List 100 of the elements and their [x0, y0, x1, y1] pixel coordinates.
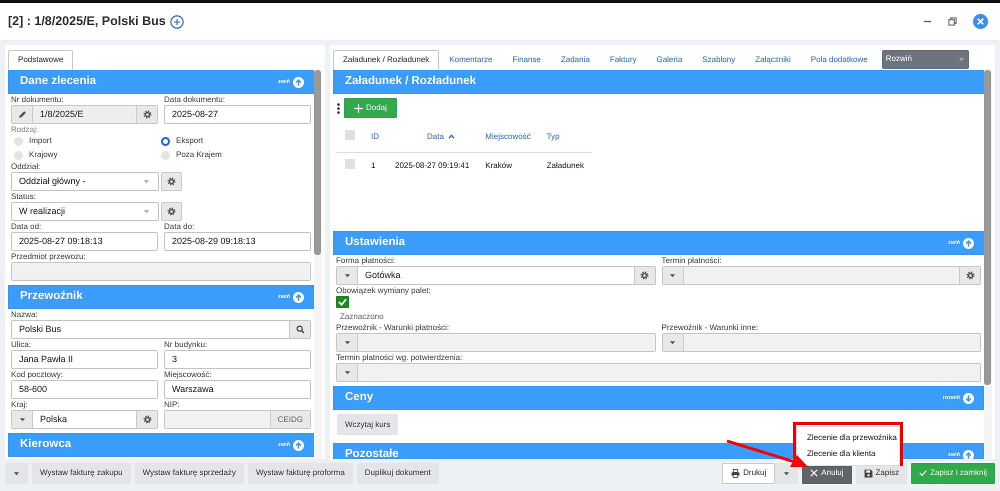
gear-icon: [640, 271, 649, 280]
input-field[interactable]: Oddział główny -: [12, 173, 143, 190]
action-button[interactable]: Wystaw fakturę zakupu: [32, 462, 131, 484]
column-header[interactable]: ID: [371, 130, 379, 143]
more-dropdown[interactable]: Rozwiń: [882, 50, 969, 68]
column-header[interactable]: Data: [427, 130, 455, 143]
tab[interactable]: Szablony: [692, 50, 746, 70]
checkbox-caption: Zaznaczono: [340, 312, 385, 322]
field-label: Miejscowość:: [164, 370, 213, 380]
input-field[interactable]: 58-600: [12, 381, 157, 398]
print-button[interactable]: Drukuj: [722, 462, 776, 484]
tab[interactable]: Komentarze: [439, 50, 502, 70]
search-icon: [296, 325, 304, 334]
edit-button[interactable]: [12, 106, 33, 123]
section-title: Pozostałe: [345, 447, 399, 459]
action-button[interactable]: Duplikuj dokument: [356, 462, 439, 484]
close-icon[interactable]: [973, 14, 988, 29]
radio-label: Poza Krajem: [176, 149, 222, 161]
tab[interactable]: Zadania: [550, 50, 600, 70]
input-group[interactable]: Gotówka: [336, 266, 656, 285]
column-header[interactable]: Typ: [546, 130, 560, 143]
input-field[interactable]: W realizacji: [12, 203, 143, 220]
radio-button[interactable]: [161, 136, 170, 146]
tab[interactable]: Finanse: [502, 50, 551, 70]
plus-icon: [354, 104, 363, 112]
dropdown-button[interactable]: [337, 364, 358, 381]
caret-icon: [18, 416, 26, 423]
tab[interactable]: Galeria: [646, 50, 692, 70]
settings-button[interactable]: [136, 106, 157, 123]
column-header[interactable]: Miejscowość: [485, 130, 531, 143]
scrollbar-thumb[interactable]: [984, 70, 991, 385]
input-group[interactable]: [662, 333, 981, 352]
settings-button[interactable]: [634, 267, 654, 284]
tab[interactable]: Załączniki: [745, 50, 801, 70]
input-field[interactable]: 2025-08-27 09:18:13: [12, 233, 157, 250]
field-label: Termin płatności:: [662, 256, 723, 266]
action-button[interactable]: Wystaw fakturę sprzedaży: [134, 462, 244, 484]
gear-icon: [167, 207, 176, 216]
dropdown-button[interactable]: [662, 334, 684, 351]
input-field[interactable]: Polska: [33, 411, 136, 428]
input-field[interactable]: 2025-08-29 09:18:13: [165, 233, 310, 250]
close-icon: [810, 469, 818, 477]
input-group[interactable]: [336, 333, 656, 352]
section-title: Załadunek / Rozładunek: [345, 74, 476, 90]
settings-button[interactable]: [161, 202, 182, 221]
input-group[interactable]: Polski Bus: [11, 320, 311, 339]
tab[interactable]: Pola dodatkowe: [800, 50, 878, 70]
pencil-icon: [18, 110, 26, 119]
table-cell: Załadunek: [546, 161, 584, 170]
menu-item[interactable]: Zlecenie dla przewoźnika: [797, 430, 899, 446]
tab[interactable]: Podstawowe: [8, 50, 74, 70]
input-group[interactable]: Oddział główny -: [11, 172, 159, 191]
radio-button[interactable]: [14, 150, 23, 160]
tab[interactable]: Faktury: [600, 50, 646, 70]
input-group[interactable]: Polska: [11, 410, 158, 429]
dropdown-button[interactable]: [337, 267, 358, 284]
dropdown-button[interactable]: [5, 462, 28, 484]
tab[interactable]: Załadunek / Rozładunek: [333, 50, 440, 70]
check-icon: [919, 469, 928, 477]
load-rate-button[interactable]: Wczytaj kurs: [337, 414, 398, 435]
input-field[interactable]: Gotówka: [358, 267, 634, 284]
input-field[interactable]: Polski Bus: [12, 321, 289, 338]
checkbox[interactable]: [336, 296, 349, 308]
radio-label: Import: [29, 135, 52, 147]
dropdown-button[interactable]: [337, 334, 358, 351]
dropdown-button[interactable]: [662, 267, 684, 284]
radio-button[interactable]: [161, 150, 170, 160]
dropdown-button[interactable]: [12, 411, 33, 428]
table-cell: Kraków: [485, 161, 512, 170]
section-title: Ustawienia: [345, 235, 406, 250]
arrow-up-icon: [963, 238, 974, 248]
scrollbar-thumb[interactable]: [314, 70, 321, 255]
sort-ascending-icon[interactable]: [448, 134, 455, 140]
search-button[interactable]: [289, 321, 310, 338]
settings-button[interactable]: [136, 411, 157, 428]
field-label: Obowiązek wymiany palet:: [336, 286, 432, 296]
section-title: Kierowca: [20, 437, 72, 452]
input-group[interactable]: W realizacji: [11, 202, 159, 221]
add-icon[interactable]: [170, 14, 184, 28]
settings-button[interactable]: [161, 172, 182, 191]
checkbox[interactable]: [345, 130, 355, 140]
arrow-up-icon: [293, 76, 304, 88]
action-button[interactable]: Wystaw fakturę proforma: [248, 462, 353, 484]
gear-icon: [167, 177, 176, 186]
input-field[interactable]: Warszawa: [165, 381, 310, 398]
input-field[interactable]: Jana Pawła II: [12, 351, 157, 368]
table-cell: 1: [371, 161, 376, 170]
checkbox[interactable]: [345, 159, 355, 170]
input-field[interactable]: 2025-08-27: [165, 106, 310, 123]
settings-button[interactable]: [959, 267, 980, 284]
more-icon[interactable]: [337, 102, 340, 114]
input-field[interactable]: 3: [165, 351, 310, 368]
field-label: Forma płatności:: [336, 256, 396, 266]
print-dropdown-button[interactable]: [775, 462, 798, 484]
menu-item[interactable]: Zlecenie dla klienta: [797, 446, 899, 462]
field-label: Data do:: [164, 222, 196, 232]
restore-icon[interactable]: [948, 17, 957, 26]
radio-button[interactable]: [14, 136, 23, 146]
input-group[interactable]: [662, 266, 981, 285]
field-label: Kod pocztowy:: [11, 370, 64, 380]
